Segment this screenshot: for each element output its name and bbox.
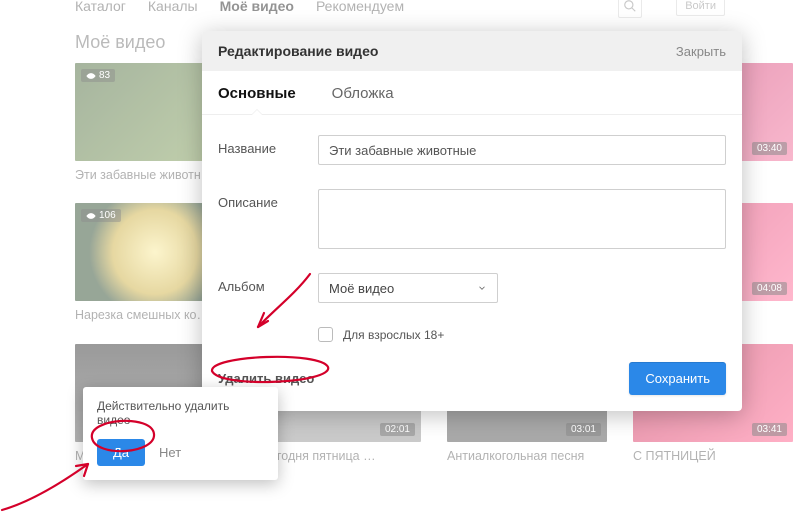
modal-header: Редактирование видео Закрыть bbox=[202, 31, 742, 71]
name-input[interactable] bbox=[318, 135, 726, 165]
delete-confirm-popover: Действительно удалить видео Да Нет bbox=[83, 387, 278, 480]
album-select[interactable]: Моё видео bbox=[318, 273, 498, 303]
album-selected-value: Моё видео bbox=[329, 281, 394, 296]
close-button[interactable]: Закрыть bbox=[676, 44, 726, 59]
delete-video-link[interactable]: Удалить видео bbox=[218, 371, 314, 386]
modal-tabs: Основные Обложка bbox=[202, 71, 742, 115]
adult-label: Для взрослых 18+ bbox=[343, 328, 444, 342]
description-input[interactable] bbox=[318, 189, 726, 249]
modal-title: Редактирование видео bbox=[218, 43, 378, 59]
tab-main[interactable]: Основные bbox=[218, 85, 296, 114]
adult-checkbox[interactable] bbox=[318, 327, 333, 342]
tab-cover[interactable]: Обложка bbox=[332, 85, 394, 114]
confirm-yes-button[interactable]: Да bbox=[97, 439, 145, 466]
label-album: Альбом bbox=[218, 273, 314, 294]
edit-video-modal: Редактирование видео Закрыть Основные Об… bbox=[202, 31, 742, 411]
confirm-text: Действительно удалить видео bbox=[97, 399, 264, 427]
save-button[interactable]: Сохранить bbox=[629, 362, 726, 395]
chevron-down-icon bbox=[477, 283, 487, 293]
label-description: Описание bbox=[218, 189, 314, 210]
label-name: Название bbox=[218, 135, 314, 156]
confirm-no-button[interactable]: Нет bbox=[159, 445, 181, 460]
